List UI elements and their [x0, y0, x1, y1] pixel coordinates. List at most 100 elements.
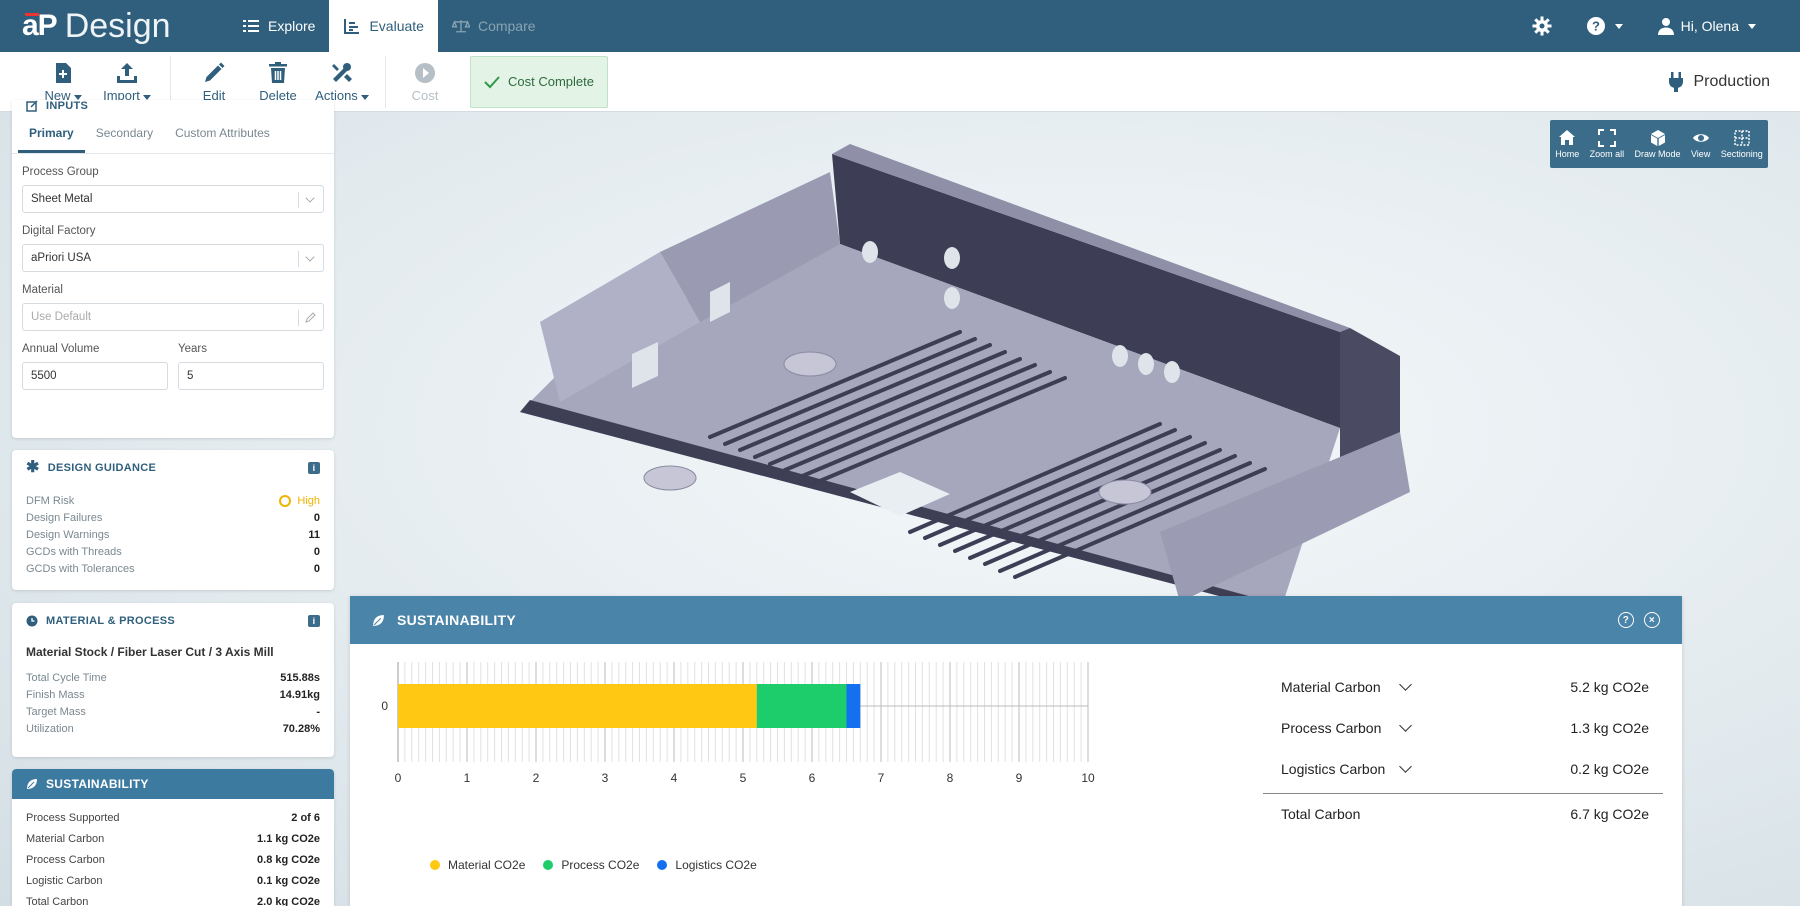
- home-view-button[interactable]: Home: [1555, 129, 1579, 159]
- chart-x-tick-label: 9: [1016, 771, 1023, 785]
- inputs-panel: INPUTS Primary Secondary Custom Attribut…: [12, 100, 334, 438]
- kv-value: 0: [313, 545, 320, 558]
- scale-icon: [451, 20, 470, 33]
- svg-text:?: ?: [1592, 19, 1600, 34]
- section-grid-icon: [1734, 130, 1750, 146]
- list-item: Material Carbon 1.1 kg CO2e: [12, 828, 334, 849]
- list-item[interactable]: GCDs with Tolerances 0: [12, 560, 334, 577]
- legend-label: Logistics CO2e: [675, 858, 757, 872]
- chevron-down-icon[interactable]: [1399, 678, 1412, 691]
- help-icon[interactable]: ?: [1618, 612, 1634, 628]
- zoom-all-button[interactable]: Zoom all: [1590, 129, 1624, 159]
- sustainability-dialog-title: SUSTAINABILITY: [397, 612, 517, 628]
- list-item: Total Carbon 2.0 kg CO2e: [12, 891, 334, 906]
- app-logo[interactable]: aP Design: [0, 0, 228, 52]
- design-guidance-rows: DFM Risk High Design Failures 0 Design War…: [12, 486, 334, 577]
- kv-key: Total Cycle Time: [26, 671, 107, 684]
- chart-legend: Material CO2e Process CO2e Logistics CO2…: [430, 858, 757, 872]
- chart-x-tick-label: 10: [1081, 771, 1095, 785]
- kv-value: 515.88s: [280, 671, 320, 684]
- years-col: Years 5: [178, 331, 324, 390]
- kv-key: Target Mass: [26, 705, 86, 718]
- list-item[interactable]: Design Failures 0: [12, 509, 334, 526]
- legend-item[interactable]: Process CO2e: [543, 858, 639, 872]
- clock-icon: [26, 615, 38, 627]
- info-icon[interactable]: i: [308, 615, 320, 627]
- legend-swatch: [430, 860, 440, 870]
- chart-category-label: 0: [381, 699, 388, 713]
- info-icon[interactable]: i: [308, 462, 320, 474]
- close-icon[interactable]: ×: [1644, 612, 1660, 628]
- tab-primary[interactable]: Primary: [18, 116, 85, 153]
- chart-bar-segment-1[interactable]: [398, 684, 757, 728]
- tab-evaluate[interactable]: Evaluate: [329, 0, 438, 52]
- upload-icon: [117, 62, 137, 83]
- chevron-down-icon[interactable]: [1399, 719, 1412, 732]
- caret-down-icon: [142, 94, 151, 100]
- list-item[interactable]: Design Warnings 11: [12, 526, 334, 543]
- production-mode[interactable]: Production: [1668, 71, 1770, 92]
- kv-value: High: [279, 494, 320, 507]
- sustainability-card: SUSTAINABILITY Process Supported 2 of 6 M…: [12, 769, 334, 906]
- caret-down-icon: [1748, 23, 1756, 29]
- annual-volume-col: Annual Volume 5500: [22, 331, 168, 390]
- help-menu[interactable]: ?: [1586, 16, 1623, 36]
- legend-swatch: [543, 860, 554, 870]
- settings-button[interactable]: [1532, 16, 1552, 36]
- cost-status-badge: Cost Complete: [470, 55, 608, 108]
- sectioning-label: Sectioning: [1720, 149, 1763, 159]
- process-group-value: Sheet Metal: [31, 193, 93, 205]
- kv-value: 2 of 6: [291, 811, 320, 824]
- tab-compare[interactable]: Compare: [438, 0, 550, 52]
- routing-text: Material Stock / Fiber Laser Cut / 3 Axi…: [26, 645, 274, 659]
- list-item[interactable]: DFM Risk High: [12, 492, 334, 509]
- list-item: Process Supported 2 of 6: [12, 807, 334, 828]
- kv-key: Material Carbon: [26, 832, 105, 845]
- tab-secondary[interactable]: Secondary: [85, 116, 164, 153]
- user-icon: [1657, 18, 1674, 35]
- view-label: View: [1690, 149, 1711, 159]
- expand-icon: [1597, 129, 1616, 147]
- pencil-icon: [305, 312, 316, 323]
- sheet-metal-tray-model[interactable]: [520, 132, 1420, 612]
- asterisk-icon: ✱: [26, 459, 40, 476]
- kv-key: GCDs with Tolerances: [26, 562, 135, 575]
- carbon-row-process[interactable]: Process Carbon 1.3 kg CO2e: [1263, 707, 1663, 748]
- kv-key: Utilization: [26, 722, 74, 735]
- tab-explore[interactable]: Explore: [228, 0, 329, 52]
- list-item[interactable]: GCDs with Threads 0: [12, 543, 334, 560]
- carbon-row-label: Logistics Carbon: [1281, 760, 1386, 777]
- chevron-down-icon[interactable]: [1399, 760, 1412, 773]
- material-field[interactable]: Use Default: [22, 303, 324, 331]
- user-menu[interactable]: Hi, Olena: [1657, 17, 1756, 35]
- years-label: Years: [178, 343, 207, 355]
- design-guidance-title: ✱ DESIGN GUIDANCE i: [12, 450, 334, 486]
- chart-bar-segment-3[interactable]: [846, 684, 861, 728]
- sustainability-dialog-header: SUSTAINABILITY ? ×: [350, 596, 1682, 644]
- years-input[interactable]: 5: [178, 362, 324, 390]
- draw-mode-button[interactable]: Draw Mode: [1635, 129, 1681, 159]
- chart-bar-segment-2[interactable]: [756, 684, 847, 728]
- sustainability-card-title[interactable]: SUSTAINABILITY: [12, 769, 334, 799]
- eye-icon: [1692, 134, 1709, 142]
- sectioning-button[interactable]: Sectioning: [1721, 129, 1763, 159]
- tab-custom-attributes[interactable]: Custom Attributes: [164, 116, 281, 153]
- material-process-title: MATERIAL & PROCESS i: [12, 603, 334, 639]
- digital-factory-select[interactable]: aPriori USA: [22, 244, 324, 272]
- annual-volume-input[interactable]: 5500: [22, 362, 168, 390]
- process-group-label: Process Group: [22, 166, 99, 178]
- volume-years-row: Annual Volume 5500 Years 5: [22, 331, 324, 390]
- select-divider: [298, 310, 299, 326]
- carbon-chart: 0 0 1 2 3 4 5 6 7 8 9 10 Material CO2e Process CO2e…: [350, 644, 1200, 906]
- chart-x-tick-label: 5: [740, 771, 747, 785]
- carbon-row-material[interactable]: Material Carbon 5.2 kg CO2e: [1263, 666, 1663, 707]
- legend-item[interactable]: Logistics CO2e: [657, 858, 757, 872]
- cost-button[interactable]: Cost: [396, 56, 454, 108]
- process-group-select[interactable]: Sheet Metal: [22, 185, 324, 213]
- carbon-row-logistics[interactable]: Logistics Carbon 0.2 kg CO2e: [1263, 748, 1663, 789]
- legend-label: Process CO2e: [561, 858, 640, 872]
- sustainability-card-rows: Process Supported 2 of 6 Material Carbon 1…: [12, 799, 334, 906]
- view-button[interactable]: View: [1691, 129, 1710, 159]
- legend-item[interactable]: Material CO2e: [430, 858, 525, 872]
- sustainability-card-title-label: SUSTAINABILITY: [46, 777, 149, 791]
